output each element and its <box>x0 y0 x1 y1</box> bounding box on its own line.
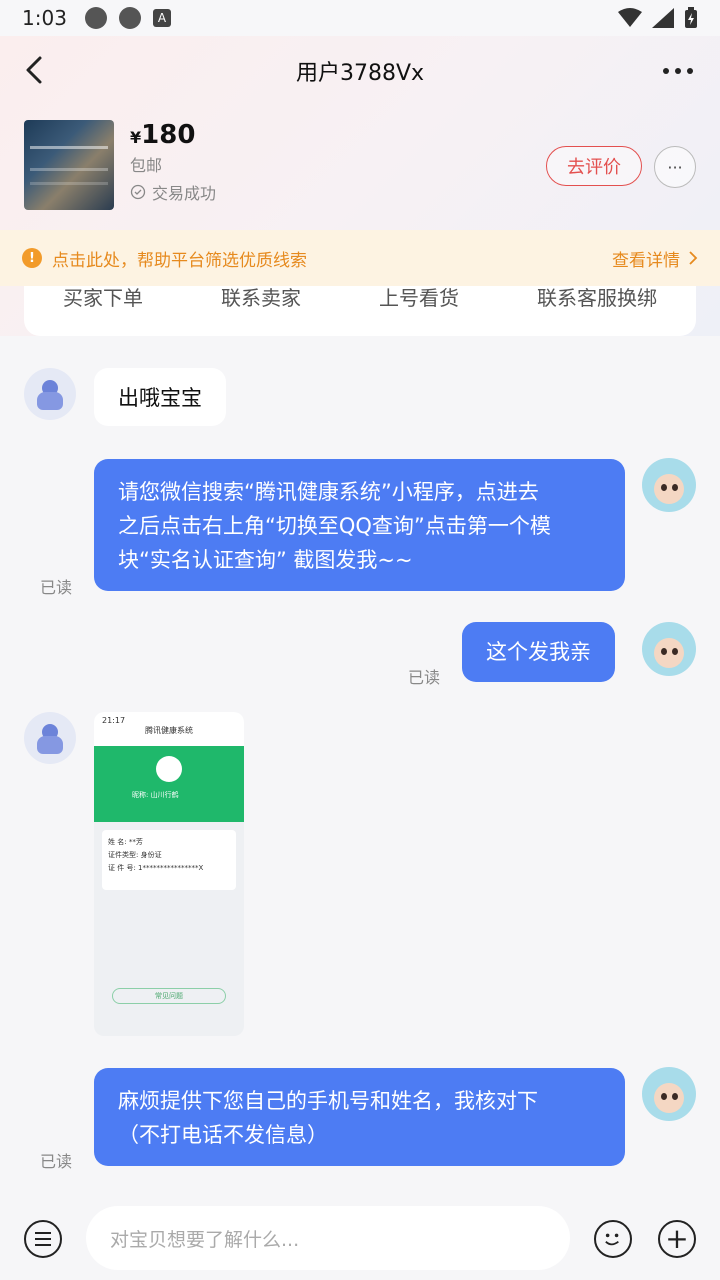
product-more-button[interactable]: ··· <box>654 146 696 188</box>
alert-icon: ! <box>22 248 42 268</box>
message-line: 请您微信搜索“腾讯健康系统”小程序，点进去 <box>118 480 539 504</box>
product-info: ¥180 包邮 交易成功 <box>130 120 216 210</box>
app-notification-icon-2 <box>118 7 141 29</box>
message-bubble[interactable]: 这个发我亲 <box>462 622 615 682</box>
screenshot-banner: 昵称: 山川行鹤 <box>94 746 244 822</box>
back-icon[interactable] <box>18 52 54 88</box>
quick-action-contact-service[interactable]: 联系客服换绑 <box>537 286 657 311</box>
battery-icon <box>685 7 697 28</box>
input-bar: 对宝贝想要了解什么... + <box>0 1196 720 1280</box>
quick-actions: 买家下单 联系卖家 上号看货 联系客服换绑 <box>24 286 696 336</box>
user-avatar[interactable] <box>642 622 696 676</box>
chevron-right-icon <box>689 251 698 265</box>
shipping-label: 包邮 <box>130 156 163 175</box>
product-thumbnail[interactable] <box>24 120 114 210</box>
emoji-icon[interactable] <box>594 1220 632 1258</box>
seller-avatar[interactable] <box>24 368 76 420</box>
add-icon[interactable]: + <box>658 1220 696 1258</box>
wifi-icon <box>618 8 642 27</box>
status-time: 1:03 <box>22 6 67 30</box>
screenshot-header: 21:17 腾讯健康系统 <box>94 712 244 746</box>
status-bar: 1:03 A <box>0 0 720 36</box>
menu-icon[interactable] <box>24 1220 62 1258</box>
product-price: ¥180 <box>130 120 196 150</box>
app-notification-icon <box>84 7 107 29</box>
screenshot-id-card: 姓 名: **芳 证件类型: 身份证 证 件 号: 1*************… <box>102 830 236 890</box>
nav-bar: 用户3788Vx <box>0 36 720 106</box>
quick-action-contact-seller[interactable]: 联系卖家 <box>221 286 301 311</box>
read-receipt: 已读 <box>40 578 73 597</box>
quick-action-buyer-order[interactable]: 买家下单 <box>63 286 143 311</box>
message-input[interactable]: 对宝贝想要了解什么... <box>86 1206 570 1270</box>
quick-action-view-account[interactable]: 上号看货 <box>379 286 459 311</box>
read-receipt: 已读 <box>408 668 441 687</box>
product-card[interactable]: ¥180 包邮 交易成功 去评价 ··· <box>24 120 696 210</box>
signal-icon <box>652 8 674 28</box>
notice-banner[interactable]: ! 点击此处，帮助平台筛选优质线索 查看详情 <box>0 230 720 286</box>
user-avatar[interactable] <box>642 458 696 512</box>
chat-title: 用户3788Vx <box>295 61 425 86</box>
notice-text: 点击此处，帮助平台筛选优质线索 <box>52 250 307 271</box>
notice-detail-link[interactable]: 查看详情 <box>612 246 698 271</box>
image-message[interactable]: 21:17 腾讯健康系统 昵称: 山川行鹤 姓 名: **芳 证件类型: 身份证… <box>94 712 244 1036</box>
read-receipt: 已读 <box>40 1152 73 1171</box>
message-line: 之后点击右上角“切换至QQ查询”点击第一个模 <box>118 514 551 538</box>
message-line: （不打电话不发信息） <box>118 1123 328 1147</box>
a-notification-icon: A <box>152 9 171 27</box>
screenshot-avatar <box>156 756 182 782</box>
message-bubble[interactable]: 出哦宝宝 <box>94 368 226 426</box>
message-bubble[interactable]: 麻烦提供下您自己的手机号和姓名，我核对下 （不打电话不发信息） <box>94 1068 625 1166</box>
message-line: 块“实名认证查询” 截图发我~~ <box>118 548 413 572</box>
review-button[interactable]: 去评价 <box>546 146 642 186</box>
screenshot-faq-button: 常见问题 <box>112 988 226 1004</box>
message-line: 麻烦提供下您自己的手机号和姓名，我核对下 <box>118 1089 538 1113</box>
message-bubble[interactable]: 请您微信搜索“腾讯健康系统”小程序，点进去 之后点击右上角“切换至QQ查询”点击… <box>94 459 625 591</box>
user-avatar[interactable] <box>642 1067 696 1121</box>
seller-avatar[interactable] <box>24 712 76 764</box>
more-options-icon[interactable] <box>658 56 698 86</box>
check-circle-icon <box>130 184 146 200</box>
deal-status: 交易成功 <box>130 180 216 204</box>
